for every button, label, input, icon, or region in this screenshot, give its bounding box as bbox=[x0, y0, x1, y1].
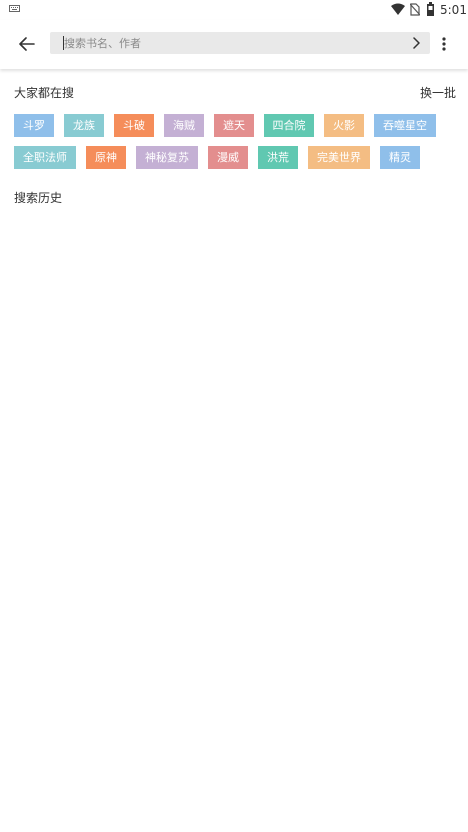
hot-tag[interactable]: 斗罗 bbox=[14, 114, 54, 137]
hot-tag[interactable]: 四合院 bbox=[264, 114, 314, 137]
refresh-hot-button[interactable]: 换一批 bbox=[420, 84, 456, 101]
hot-tag[interactable]: 精灵 bbox=[380, 146, 420, 169]
no-sim-icon bbox=[410, 3, 420, 16]
more-vert-icon bbox=[442, 37, 446, 51]
hot-tag[interactable]: 漫威 bbox=[208, 146, 248, 169]
more-options-button[interactable] bbox=[438, 33, 450, 55]
search-submit-button[interactable] bbox=[410, 36, 422, 50]
back-button[interactable] bbox=[14, 32, 40, 56]
hot-tag[interactable]: 海贼 bbox=[164, 114, 204, 137]
search-input[interactable] bbox=[64, 32, 404, 54]
battery-icon bbox=[427, 2, 434, 16]
search-history-list bbox=[14, 212, 454, 222]
status-bar: 5:01 bbox=[0, 0, 468, 20]
hot-tag[interactable]: 原神 bbox=[86, 146, 126, 169]
hot-tag[interactable]: 龙族 bbox=[64, 114, 104, 137]
toolbar bbox=[0, 20, 468, 69]
status-time: 5:01 bbox=[440, 3, 467, 17]
wifi-icon bbox=[391, 3, 405, 15]
search-box[interactable] bbox=[50, 32, 430, 54]
hot-tag[interactable]: 洪荒 bbox=[258, 146, 298, 169]
arrow-left-icon bbox=[19, 37, 35, 51]
keyboard-icon bbox=[9, 5, 20, 12]
hot-searches-title: 大家都在搜 bbox=[14, 86, 75, 100]
hot-tag[interactable]: 火影 bbox=[324, 114, 364, 137]
hot-tag[interactable]: 吞噬星空 bbox=[374, 114, 436, 137]
hot-tag[interactable]: 遮天 bbox=[214, 114, 254, 137]
hot-tag[interactable]: 完美世界 bbox=[308, 146, 370, 169]
search-history-title: 搜索历史 bbox=[14, 191, 63, 205]
hot-tag[interactable]: 斗破 bbox=[114, 114, 154, 137]
hot-tag[interactable]: 神秘复苏 bbox=[136, 146, 198, 169]
hot-tag[interactable]: 全职法师 bbox=[14, 146, 76, 169]
chevron-right-icon bbox=[412, 37, 420, 49]
